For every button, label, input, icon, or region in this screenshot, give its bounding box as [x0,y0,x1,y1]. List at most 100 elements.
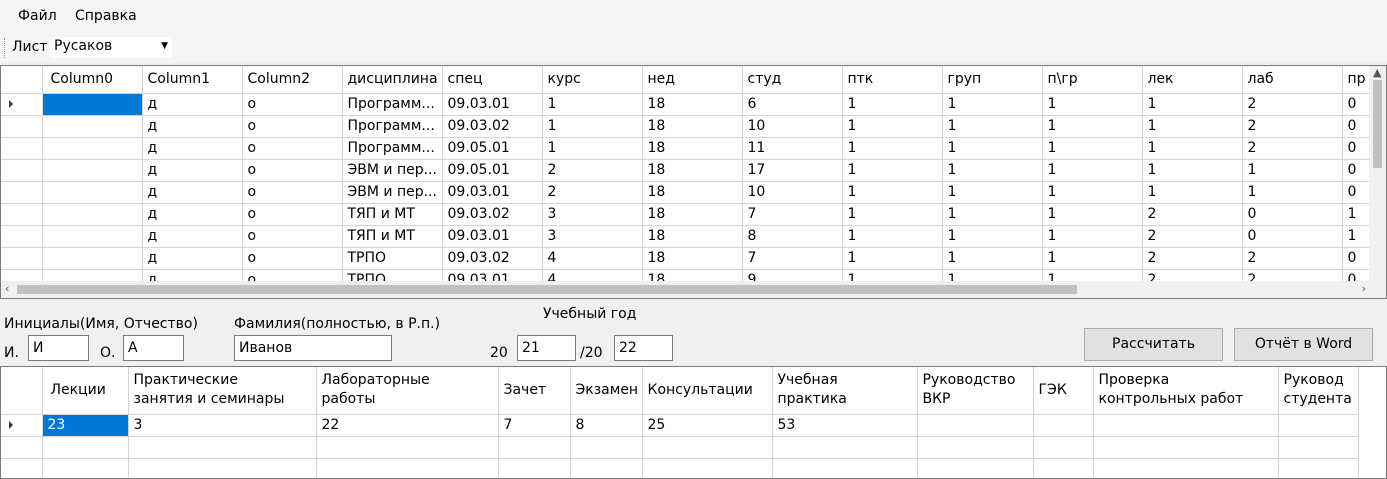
table-row[interactable]: д о ЭВМ и пер... 09.05.01 2 18 17 1 1 1 1 1 0 [1,159,1383,182]
table-cell[interactable]: 09.03.02 [442,247,543,270]
table-row[interactable]: д о ЭВМ и пер... 09.03.01 2 18 10 1 1 1 1 1 0 [1,181,1383,204]
table-cell[interactable] [1093,436,1279,459]
surname-input[interactable]: Иванов [234,335,392,361]
table-cell[interactable]: 1 [1042,225,1143,248]
table-cell[interactable]: 18 [642,247,743,270]
table-cell[interactable]: 09.03.02 [442,115,543,138]
column-header[interactable]: нед [642,66,743,94]
table-cell[interactable] [42,247,143,270]
table-cell[interactable]: 2 [542,181,643,204]
table-cell[interactable]: ЭВМ и пер... [342,181,443,204]
table-row[interactable]: 23 3 22 7 8 25 53 [1,414,1359,437]
table-cell[interactable] [642,436,773,459]
column-header[interactable]: Column0 [42,66,143,94]
table-cell[interactable]: о [242,137,343,160]
table-cell[interactable]: 53 [772,414,918,437]
table-cell[interactable] [42,436,129,459]
row-header[interactable] [1,159,43,182]
table-cell[interactable] [128,458,317,478]
table-cell[interactable]: 2 [1242,115,1343,138]
table-cell[interactable]: ЭВМ и пер... [342,159,443,182]
table-cell[interactable]: 2 [542,159,643,182]
table-cell[interactable] [42,181,143,204]
row-header[interactable] [1,203,43,226]
table-cell[interactable]: д [142,115,243,138]
table-cell[interactable]: 1 [1242,181,1343,204]
hours-grid[interactable]: Лекции Практические занятия и семинары Лабо… [0,366,1387,479]
table-cell[interactable] [1033,458,1094,478]
table-cell[interactable]: 09.03.01 [442,181,543,204]
column-header[interactable]: Лабораторные работы [316,367,499,415]
column-header[interactable]: лаб [1242,66,1343,94]
column-header[interactable]: курс [542,66,643,94]
year-to-input[interactable]: 22 [614,335,673,361]
table-cell[interactable] [1278,436,1359,459]
table-cell[interactable]: 1 [1042,93,1143,116]
table-cell[interactable]: 1 [1042,115,1143,138]
table-row[interactable]: д о Программ... 09.05.01 1 18 11 1 1 1 1 2 0 [1,137,1383,160]
table-cell[interactable] [498,458,571,478]
table-cell[interactable]: 1 [1242,159,1343,182]
table-cell[interactable] [316,458,499,478]
scroll-right-icon[interactable]: › [1362,282,1366,295]
table-cell[interactable]: Программ... [342,115,443,138]
disciplines-grid[interactable]: Column0 Column1 Column2 дисциплина спец курс н… [0,65,1387,299]
scroll-left-icon[interactable]: ‹ [5,282,9,295]
table-cell[interactable]: ТРПО [342,247,443,270]
table-cell[interactable]: 1 [1042,247,1143,270]
table-cell[interactable]: 1 [942,137,1043,160]
table-cell[interactable]: 1 [942,115,1043,138]
table-cell[interactable]: 1 [842,137,943,160]
table-row[interactable]: д о ТРПО 09.03.02 4 18 7 1 1 1 2 2 0 [1,247,1383,270]
chevron-down-icon[interactable]: ▼ [161,41,168,51]
table-cell[interactable]: 18 [642,93,743,116]
table-cell[interactable]: 18 [642,181,743,204]
table-cell[interactable]: 6 [742,93,843,116]
row-header[interactable] [1,181,43,204]
menu-help[interactable]: Справка [75,8,137,24]
horizontal-scrollbar[interactable]: ‹ › [1,281,1386,298]
column-header[interactable]: Column1 [142,66,243,94]
table-row[interactable] [1,458,1359,478]
table-cell[interactable]: 09.05.01 [442,137,543,160]
table-cell[interactable]: ТЯП и МТ [342,203,443,226]
year-from-input[interactable]: 21 [517,335,576,361]
table-cell[interactable]: о [242,159,343,182]
toolbar-grip[interactable] [4,38,7,58]
column-header[interactable]: студ [742,66,843,94]
column-header[interactable]: дисциплина [342,66,443,94]
table-cell[interactable]: 17 [742,159,843,182]
table-cell[interactable]: 10 [742,115,843,138]
table-cell[interactable] [570,436,643,459]
table-cell[interactable]: 1 [1042,203,1143,226]
table-cell[interactable] [128,436,317,459]
table-cell[interactable] [1033,414,1094,437]
sheet-combobox[interactable]: Русаков ▼ [50,37,172,58]
column-header[interactable]: п\гр [1042,66,1143,94]
table-cell[interactable]: 1 [542,137,643,160]
table-cell[interactable]: ТЯП и МТ [342,225,443,248]
table-cell[interactable]: 1 [842,247,943,270]
table-cell[interactable] [42,458,129,478]
table-cell[interactable]: 2 [1142,247,1243,270]
column-header[interactable]: Руководство ВКР [917,367,1034,415]
table-cell[interactable]: д [142,225,243,248]
column-header[interactable]: Экзамен [570,367,643,415]
table-cell[interactable]: 7 [498,414,571,437]
table-cell[interactable]: 18 [642,115,743,138]
table-cell[interactable]: д [142,203,243,226]
table-cell[interactable]: 0 [1242,203,1343,226]
table-cell[interactable]: 09.05.01 [442,159,543,182]
table-cell[interactable]: 1 [842,159,943,182]
table-cell[interactable] [917,436,1034,459]
table-cell[interactable]: 3 [542,225,643,248]
table-cell[interactable]: 7 [742,203,843,226]
column-header[interactable]: Практические занятия и семинары [128,367,317,415]
column-header[interactable]: Проверка контрольных работ [1093,367,1279,415]
column-header[interactable]: Column2 [242,66,343,94]
table-cell[interactable] [42,93,143,116]
table-row[interactable] [1,436,1359,459]
table-cell[interactable]: 7 [742,247,843,270]
table-cell[interactable]: о [242,181,343,204]
table-cell[interactable]: 2 [1242,137,1343,160]
